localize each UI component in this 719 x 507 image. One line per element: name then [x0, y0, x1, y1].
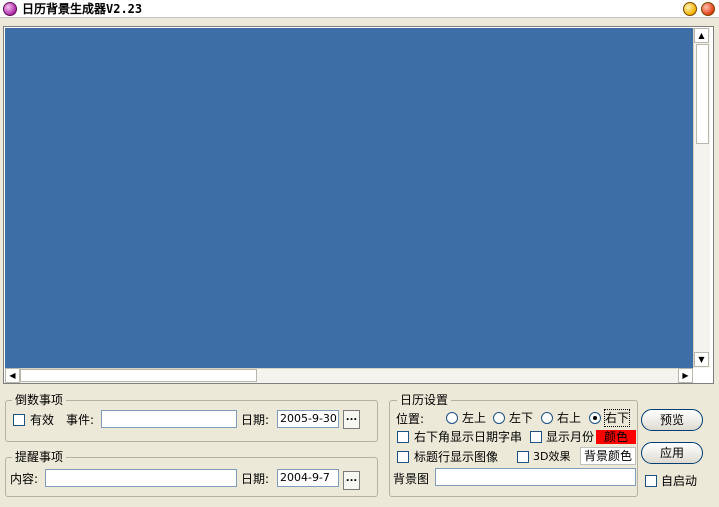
autostart-checkbox[interactable]	[645, 475, 657, 487]
preview-canvas[interactable]	[5, 28, 693, 368]
app-icon	[3, 2, 17, 16]
calendar-settings-legend: 日历设置	[397, 393, 452, 407]
window-title: 日历背景生成器V2.23	[22, 2, 143, 16]
position-radio-bottom-right[interactable]	[589, 412, 601, 424]
scroll-down-button[interactable]: ▼	[694, 352, 709, 367]
background-color-button[interactable]: 背景颜色	[580, 447, 636, 465]
position-radio-top-left[interactable]	[446, 412, 458, 424]
preview-button[interactable]: 预览	[641, 409, 703, 431]
position-label: 位置:	[396, 412, 425, 426]
vertical-scroll-thumb[interactable]	[696, 44, 709, 144]
horizontal-scroll-thumb[interactable]	[20, 369, 257, 382]
position-top-left-label: 左上	[462, 411, 487, 425]
position-top-right-label: 右上	[557, 411, 582, 425]
color-swatch-button[interactable]: 颜色	[596, 430, 636, 444]
reminder-date-label: 日期:	[241, 472, 270, 486]
scroll-left-button[interactable]: ◀	[5, 368, 20, 383]
reminder-legend: 提醒事项	[12, 450, 67, 464]
countdown-date-browse-button[interactable]: ...	[343, 410, 360, 429]
position-radio-bottom-left[interactable]	[493, 412, 505, 424]
countdown-enabled-checkbox[interactable]	[13, 414, 25, 426]
position-radio-top-right[interactable]	[541, 412, 553, 424]
apply-button[interactable]: 应用	[641, 442, 703, 464]
position-bottom-left-label: 左下	[509, 411, 534, 425]
reminder-date-browse-button[interactable]: ...	[343, 471, 360, 490]
position-bottom-right-label: 右下	[603, 409, 631, 427]
scroll-up-button[interactable]: ▲	[694, 28, 709, 43]
title-image-checkbox[interactable]	[397, 451, 409, 463]
countdown-date-input[interactable]: 2005-9-30	[277, 410, 339, 428]
countdown-date-label: 日期:	[241, 413, 270, 427]
effect-3d-label: 3D效果	[533, 450, 571, 463]
content-input[interactable]	[45, 469, 237, 487]
content-label: 内容:	[10, 472, 39, 486]
effect-3d-checkbox[interactable]	[517, 451, 529, 463]
scroll-right-button[interactable]: ▶	[678, 368, 693, 383]
show-month-label: 显示月份	[546, 430, 595, 444]
close-button[interactable]	[701, 2, 715, 16]
autostart-label: 自启动	[661, 474, 698, 488]
background-image-label: 背景图	[393, 472, 430, 486]
event-input[interactable]	[101, 410, 237, 428]
minimize-button[interactable]	[683, 2, 697, 16]
reminder-date-input[interactable]: 2004-9-7	[277, 469, 339, 487]
show-date-string-label: 右下角显示日期字串	[414, 430, 523, 444]
countdown-enabled-label: 有效	[30, 413, 55, 427]
title-image-label: 标题行显示图像	[414, 450, 499, 464]
event-label: 事件:	[66, 413, 95, 427]
background-image-input[interactable]	[435, 468, 636, 486]
countdown-legend: 倒数事项	[12, 393, 67, 407]
show-month-checkbox[interactable]	[530, 431, 542, 443]
show-date-string-checkbox[interactable]	[397, 431, 409, 443]
